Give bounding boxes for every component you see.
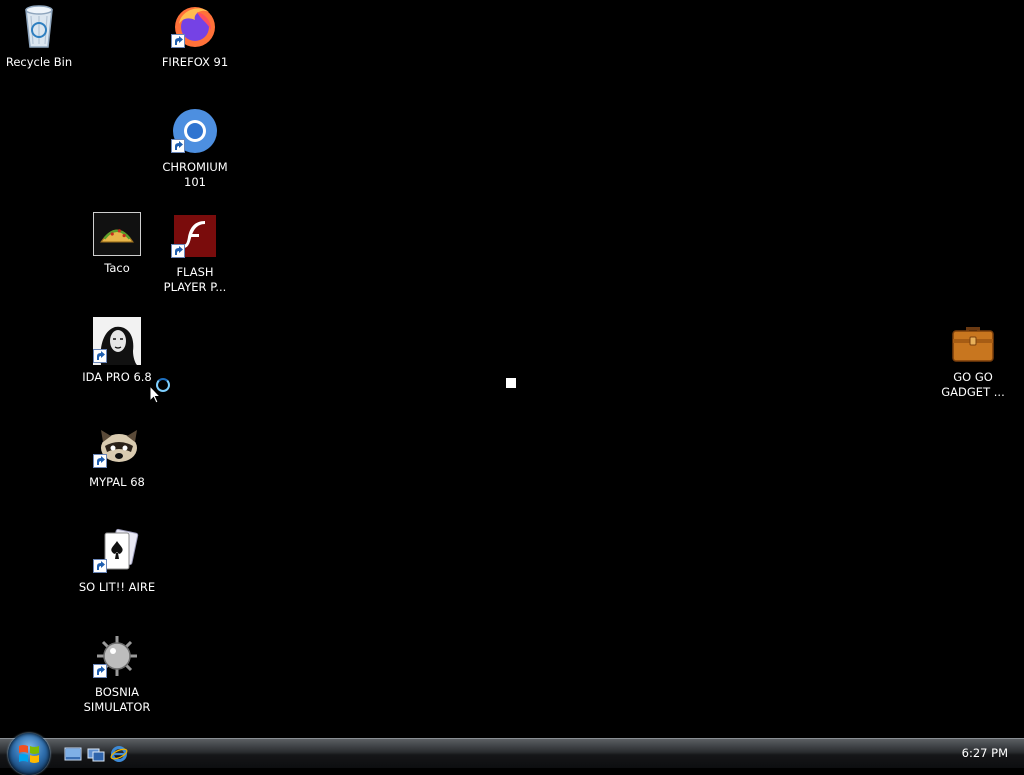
gogo-gadget-shortcut[interactable]: GO GO GADGET ... (934, 317, 1012, 400)
firefox-label: FIREFOX 91 (161, 55, 229, 69)
mypal-shortcut[interactable]: MYPAL 68 (78, 422, 156, 490)
taco-label: Taco (104, 261, 130, 275)
recycle-bin-label: Recycle Bin (5, 55, 73, 69)
mypal-icon (93, 422, 141, 470)
taco-icon (93, 212, 141, 256)
mine-icon (93, 632, 141, 680)
bosnia-simulator-label: BOSNIA SIMULATOR (83, 685, 151, 714)
bosnia-simulator-shortcut[interactable]: BOSNIA SIMULATOR (78, 632, 156, 715)
recycle-bin-shortcut[interactable]: Recycle Bin (0, 2, 78, 70)
chromium-icon (171, 107, 219, 155)
shortcut-arrow-icon (171, 34, 185, 48)
taco-file[interactable]: Taco (78, 212, 156, 276)
shortcut-arrow-icon (93, 349, 107, 363)
flash-player-label: FLASH PLAYER P... (163, 265, 227, 294)
internet-explorer-icon[interactable] (110, 745, 128, 763)
shortcut-arrow-icon (93, 454, 107, 468)
start-button[interactable] (8, 733, 50, 775)
ida-pro-shortcut[interactable]: IDA PRO 6.8 (78, 317, 156, 385)
shortcut-arrow-icon (93, 559, 107, 573)
mypal-label: MYPAL 68 (89, 475, 145, 489)
shortcut-arrow-icon (171, 244, 185, 258)
taskbar: 6:27 PM (0, 733, 1024, 775)
taskbar-clock[interactable]: 6:27 PM (962, 746, 1008, 760)
flash-player-icon (171, 212, 219, 260)
firefox-shortcut[interactable]: FIREFOX 91 (156, 2, 234, 70)
mouse-pointer-icon (149, 385, 161, 404)
shortcut-arrow-icon (93, 664, 107, 678)
ida-pro-label: IDA PRO 6.8 (82, 370, 152, 384)
shortcut-arrow-icon (171, 139, 185, 153)
chromium-label: CHROMIUM 101 (162, 160, 228, 189)
desktop[interactable]: Recycle Bin FIREFOX 91 CHROMIUM 101 Taco… (0, 0, 1024, 738)
recycle-bin-icon (15, 2, 63, 50)
chromium-shortcut[interactable]: CHROMIUM 101 (156, 107, 234, 190)
white-square (506, 378, 516, 388)
ida-pro-icon (93, 317, 141, 365)
gogo-gadget-label: GO GO GADGET ... (941, 370, 1005, 399)
switch-windows-icon[interactable] (87, 745, 105, 763)
solitaire-shortcut[interactable]: SO LIT!! AIRE (78, 527, 156, 595)
show-desktop-icon[interactable] (64, 745, 82, 763)
windows-logo-icon (19, 745, 39, 763)
firefox-icon (171, 2, 219, 50)
solitaire-label: SO LIT!! AIRE (78, 580, 156, 594)
solitaire-icon (93, 527, 141, 575)
flash-player-shortcut[interactable]: FLASH PLAYER P... (156, 212, 234, 295)
briefcase-icon (949, 317, 997, 365)
